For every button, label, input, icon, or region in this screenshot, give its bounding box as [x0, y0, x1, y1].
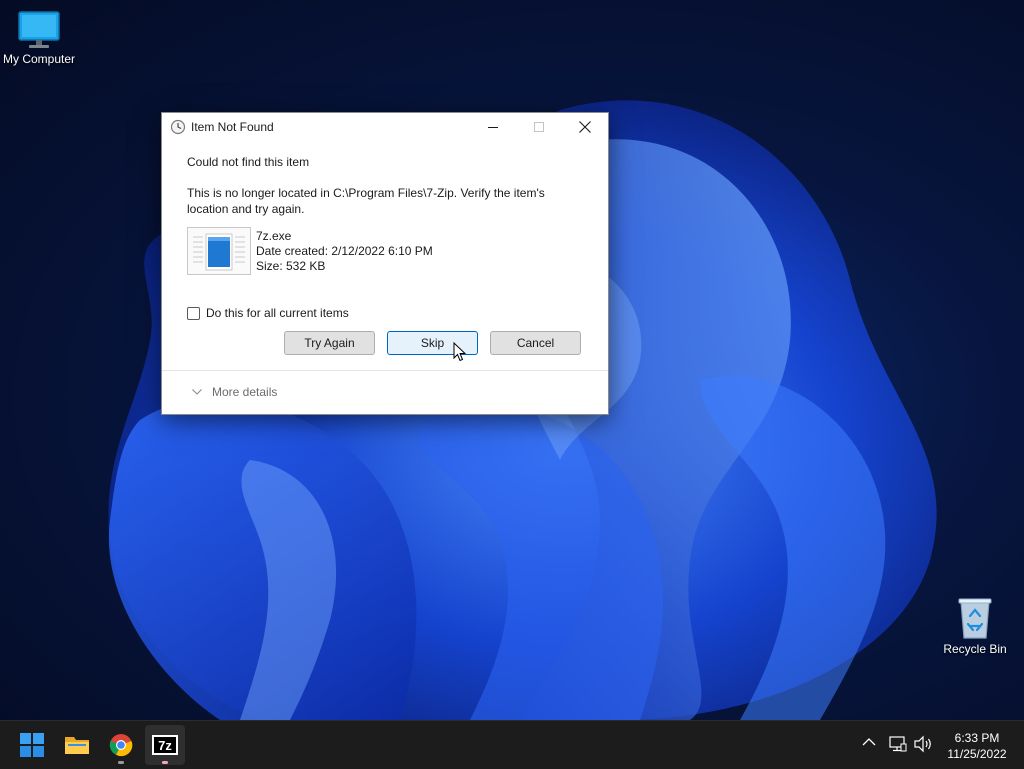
dialog-title: Item Not Found — [191, 120, 274, 134]
7z-icon: 7z — [152, 735, 178, 755]
maximize-button — [516, 113, 562, 141]
minimize-button[interactable] — [470, 113, 516, 141]
file-icon — [193, 233, 245, 271]
desktop-icon-my-computer[interactable]: My Computer — [0, 10, 81, 66]
show-hidden-icons-chevron-icon[interactable] — [862, 737, 876, 747]
chrome-icon — [109, 734, 133, 757]
desktop: My Computer Recycle Bin Item Not Found C… — [0, 0, 1024, 720]
apply-all-label: Do this for all current items — [206, 306, 349, 320]
clock-time: 6:33 PM — [954, 731, 1000, 745]
taskbar-clock[interactable]: 6:33 PM 11/25/2022 — [940, 730, 1014, 762]
running-indicator — [118, 761, 124, 764]
more-details-label: More details — [212, 385, 278, 399]
running-indicator — [162, 761, 168, 764]
mouse-cursor-icon — [453, 342, 467, 362]
file-thumbnail — [187, 227, 251, 275]
close-button[interactable] — [562, 113, 608, 141]
monitor-icon — [18, 11, 60, 48]
desktop-icon-label: Recycle Bin — [943, 642, 1007, 656]
dialog-message: This is no longer located in C:\Program … — [187, 186, 545, 216]
chevron-down-icon — [192, 389, 202, 395]
taskbar-chrome[interactable] — [101, 725, 141, 765]
clock-date: 11/25/2022 — [947, 747, 1007, 761]
taskbar-7-zip[interactable]: 7z — [145, 725, 185, 765]
7z-label: 7z — [158, 738, 172, 753]
clock-icon — [170, 119, 186, 135]
more-details-toggle[interactable]: More details — [192, 385, 277, 399]
network-icon[interactable] — [889, 735, 907, 753]
volume-icon[interactable] — [913, 735, 933, 753]
apply-all-checkbox[interactable] — [187, 306, 200, 320]
item-not-found-dialog: Item Not Found Could not find this item … — [161, 112, 609, 415]
taskbar: 7z 6:33 PM 11/25/2022 — [0, 720, 1024, 769]
cancel-button[interactable]: Cancel — [490, 331, 581, 355]
file-size: Size: 532 KB — [256, 259, 326, 273]
dialog-titlebar[interactable]: Item Not Found — [162, 113, 608, 141]
apply-all-option[interactable]: Do this for all current items — [187, 306, 349, 320]
details-divider — [162, 370, 608, 371]
folder-icon — [65, 737, 89, 754]
file-date-created: Date created: 2/12/2022 6:10 PM — [256, 244, 433, 258]
maximize-icon — [534, 122, 544, 132]
desktop-icon-label: My Computer — [2, 52, 76, 66]
windows-logo-icon — [20, 733, 44, 757]
recycle-bin-icon — [958, 598, 992, 639]
close-icon — [579, 121, 591, 133]
dialog-heading: Could not find this item — [187, 155, 310, 169]
minimize-icon — [488, 127, 498, 128]
desktop-icon-recycle-bin[interactable]: Recycle Bin — [933, 596, 1017, 656]
file-name: 7z.exe — [256, 229, 292, 243]
file-info: 7z.exe Date created: 2/12/2022 6:10 PM S… — [256, 229, 433, 274]
taskbar-file-explorer[interactable] — [57, 725, 97, 765]
start-button[interactable] — [12, 725, 52, 765]
try-again-button[interactable]: Try Again — [284, 331, 375, 355]
